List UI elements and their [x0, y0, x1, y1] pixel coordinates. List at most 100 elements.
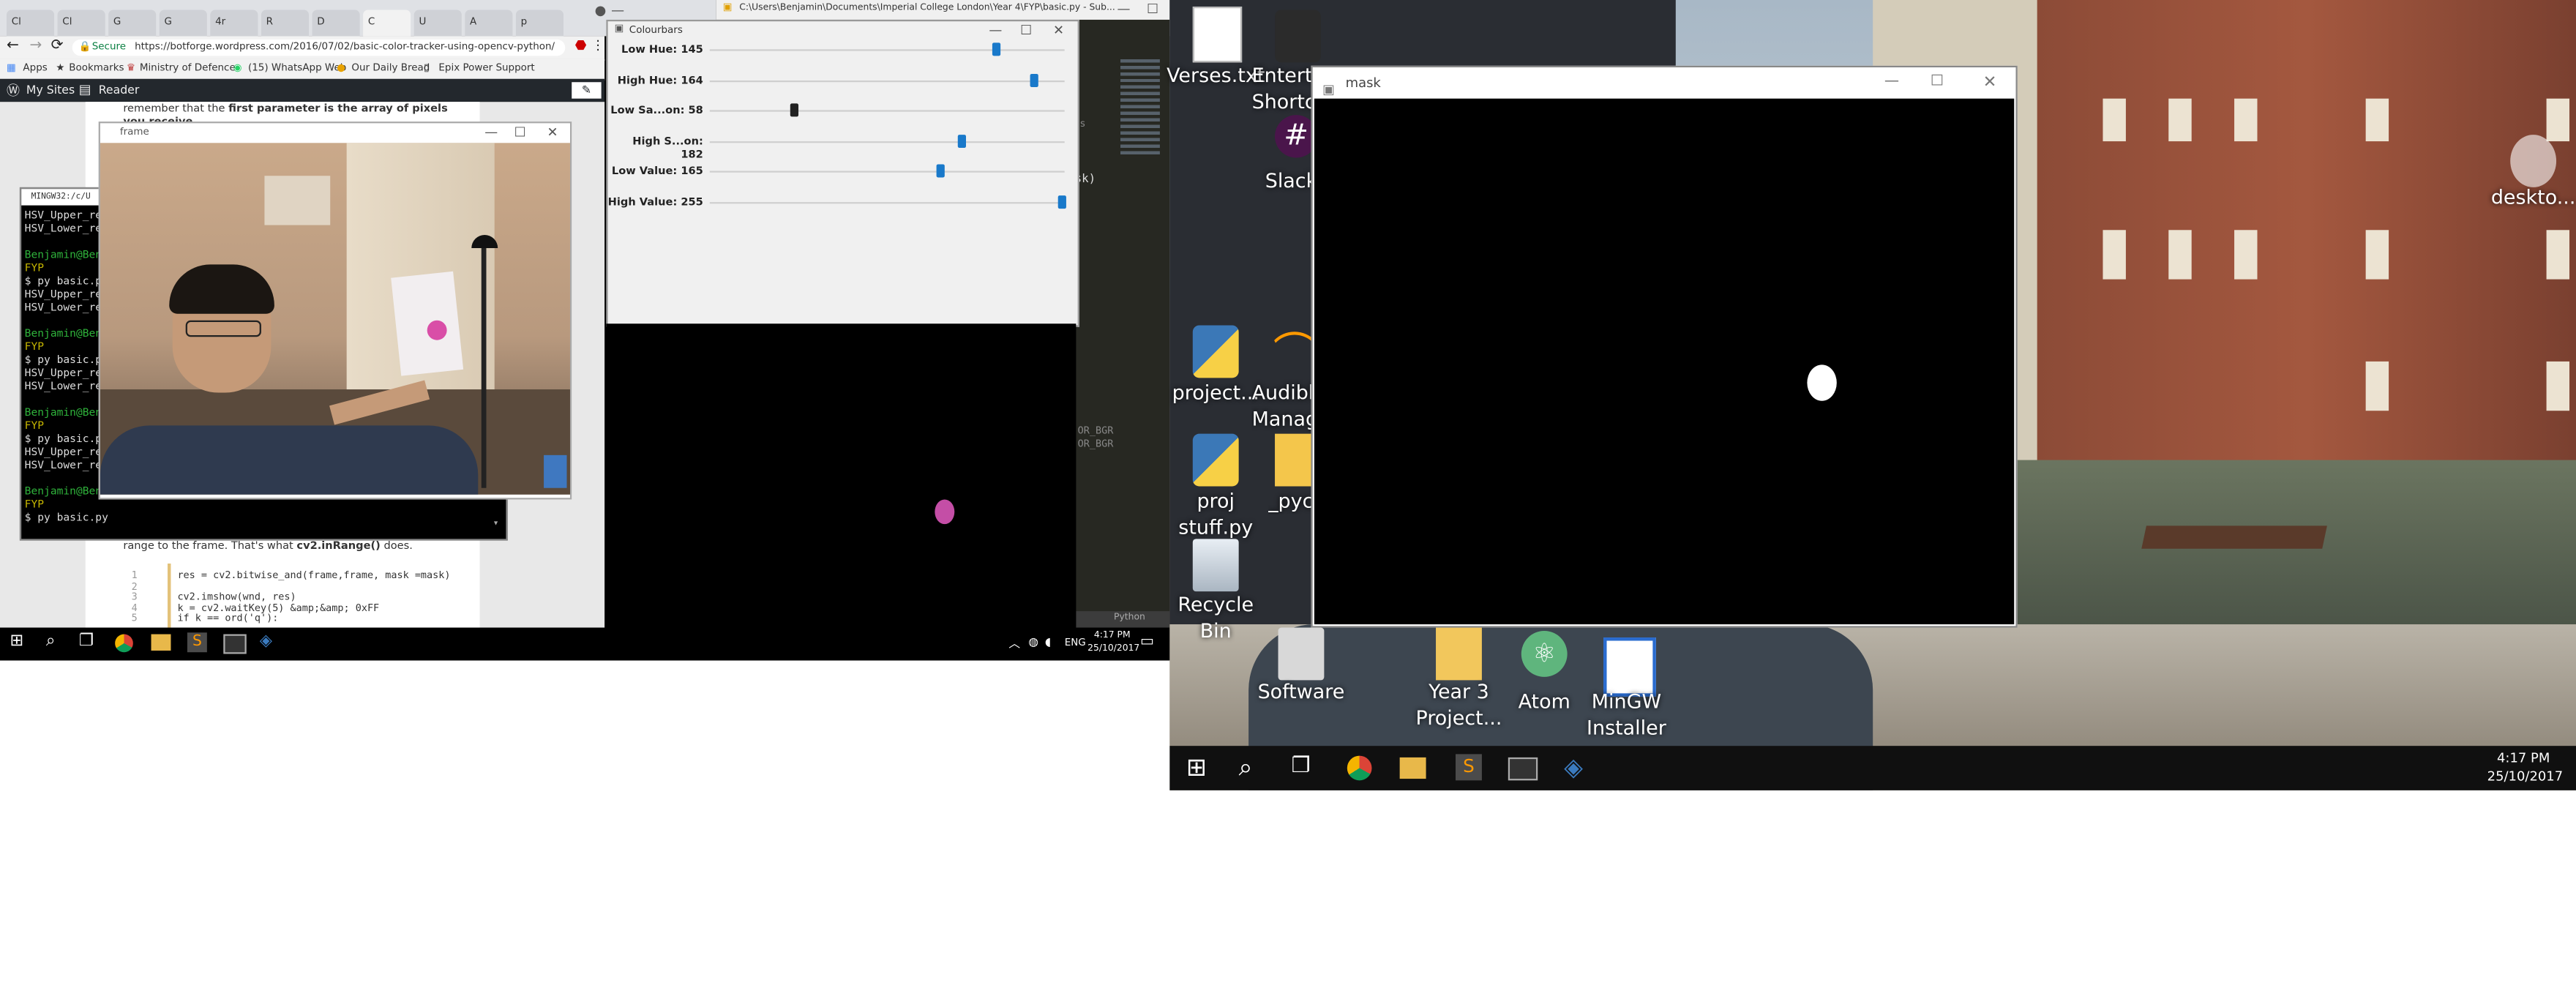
- menu-icon[interactable]: ⋮: [591, 38, 604, 53]
- frame-window[interactable]: frame — ☐ ✕: [98, 121, 572, 500]
- explorer-taskbar-icon[interactable]: [1399, 757, 1426, 779]
- desktop-icon-label[interactable]: Recycle Bin: [1163, 591, 1268, 644]
- trackbar-thumb[interactable]: [1030, 72, 1038, 86]
- sublime-minimize-button[interactable]: —: [1117, 1, 1131, 16]
- reader-link[interactable]: Reader: [99, 83, 140, 97]
- trackbar-thumb[interactable]: [992, 42, 1000, 56]
- trackbar-track[interactable]: [709, 201, 1065, 203]
- atom-icon[interactable]: ⚛: [1521, 631, 1568, 677]
- search-icon[interactable]: ⌕: [46, 632, 56, 651]
- clock-time[interactable]: 4:17 PM: [1091, 631, 1134, 640]
- clock-time[interactable]: 4:17 PM: [2490, 751, 2556, 766]
- python-taskbar-icon[interactable]: ◈: [1564, 752, 1583, 782]
- trackbar-thumb[interactable]: [1057, 195, 1066, 208]
- bookmark-epix[interactable]: Epix Power Support: [438, 62, 534, 74]
- browser-tab[interactable]: p: [515, 10, 564, 37]
- mask-maximize-button[interactable]: ☐: [1931, 67, 1944, 99]
- frame-maximize-button[interactable]: ☐: [514, 125, 526, 140]
- desktop-icon-label[interactable]: MinGW Installer: [1574, 689, 1680, 741]
- task-view-icon[interactable]: ❐: [79, 632, 94, 651]
- terminal-taskbar-icon[interactable]: [223, 634, 247, 654]
- browser-tab[interactable]: D: [312, 10, 360, 37]
- clock-date[interactable]: 25/10/2017: [1087, 644, 1139, 654]
- bookmark-mod[interactable]: Ministry of Defence: [140, 62, 236, 74]
- notifications-icon[interactable]: ▭: [1140, 635, 1154, 651]
- text-file-icon[interactable]: [1192, 6, 1243, 63]
- volume-icon[interactable]: ◖: [1045, 636, 1051, 649]
- drive-icon[interactable]: [1278, 627, 1325, 681]
- recycle-bin-icon[interactable]: [1192, 539, 1239, 592]
- trackbar-thumb[interactable]: [790, 103, 798, 117]
- adblock-icon[interactable]: ⬣: [575, 38, 587, 53]
- trackbar-thumb[interactable]: [956, 133, 965, 147]
- trackbar-track[interactable]: [709, 110, 1065, 112]
- browser-tab[interactable]: Cl: [6, 10, 55, 37]
- trackbar-track[interactable]: [709, 49, 1065, 51]
- browser-tab[interactable]: Cl: [57, 10, 105, 37]
- desktop-icon-label[interactable]: _pyca...: [1268, 488, 1317, 515]
- bookmark-whatsapp[interactable]: (15) WhatsApp Web: [248, 62, 346, 74]
- task-view-icon[interactable]: ❐: [1291, 754, 1310, 779]
- python-file-icon[interactable]: [1192, 325, 1239, 378]
- trackbar-track[interactable]: [709, 140, 1065, 143]
- browser-tab[interactable]: R: [261, 10, 310, 37]
- browser-tab[interactable]: G: [108, 10, 157, 37]
- url-text[interactable]: https://botforge.wordpress.com/2016/07/0…: [135, 40, 555, 56]
- reload-icon[interactable]: ⟳: [51, 38, 64, 54]
- explorer-taskbar-icon[interactable]: [151, 634, 171, 651]
- colourbars-close-button[interactable]: ✕: [1053, 23, 1064, 37]
- desktop-icon-label[interactable]: proj stuff.py: [1163, 488, 1268, 541]
- shortcut-icon[interactable]: [1275, 10, 1321, 63]
- chrome-taskbar-icon[interactable]: [115, 634, 133, 653]
- omnibox[interactable]: 🔒 Secure https://botforge.wordpress.com/…: [72, 39, 566, 56]
- trackbar-track[interactable]: [709, 79, 1065, 82]
- mask-close-button[interactable]: ✕: [1983, 67, 1997, 99]
- clock-date[interactable]: 25/10/2017: [2484, 769, 2566, 784]
- browser-tab[interactable]: A: [465, 10, 513, 37]
- bookmark-bread[interactable]: Our Daily Bread: [351, 62, 430, 74]
- tray-chevron-icon[interactable]: ︿: [1008, 636, 1020, 652]
- colourbars-maximize-button[interactable]: ☐: [1020, 23, 1032, 37]
- mask-minimize-button[interactable]: —: [1884, 67, 1899, 99]
- minimize-button[interactable]: —: [611, 3, 624, 18]
- back-icon[interactable]: ←: [7, 38, 19, 54]
- terminal-taskbar-icon[interactable]: [1508, 757, 1538, 781]
- sublime-maximize-button[interactable]: ☐: [1147, 1, 1158, 16]
- bookmark-apps[interactable]: Apps: [23, 62, 47, 74]
- scroll-down-icon[interactable]: ▾: [493, 517, 498, 529]
- desktop-icon-label[interactable]: Software: [1248, 678, 1354, 705]
- frame-close-button[interactable]: ✕: [547, 125, 558, 140]
- profile-icon[interactable]: ●: [595, 3, 607, 18]
- browser-tab[interactable]: C: [363, 10, 411, 37]
- browser-tab[interactable]: 4r: [210, 10, 258, 37]
- syntax-label[interactable]: Python: [1114, 613, 1145, 622]
- python-file-icon[interactable]: [1192, 433, 1239, 487]
- start-icon[interactable]: ⊞: [10, 632, 23, 651]
- start-icon[interactable]: ⊞: [1186, 752, 1207, 782]
- chrome-taskbar-icon[interactable]: [1347, 755, 1372, 781]
- bookmark-bookmarks[interactable]: Bookmarks: [69, 62, 124, 74]
- sublime-taskbar-icon[interactable]: S: [187, 632, 207, 653]
- browser-tab[interactable]: U: [413, 10, 462, 37]
- colourbars-minimize-button[interactable]: —: [989, 23, 1002, 37]
- search-icon[interactable]: ⌕: [1239, 752, 1253, 782]
- trackbar-track[interactable]: [709, 171, 1065, 173]
- python-taskbar-icon[interactable]: ◈: [260, 632, 272, 651]
- mask-window[interactable]: ▣ mask — ☐ ✕: [1311, 65, 2018, 628]
- language-indicator[interactable]: ENG: [1065, 637, 1086, 649]
- write-button[interactable]: ✎: [572, 82, 602, 99]
- minimap[interactable]: [1120, 59, 1160, 158]
- folder-icon[interactable]: [1436, 627, 1482, 681]
- terminal-line: HSV_Lower_red: [24, 222, 108, 236]
- terminal-line: $ py basic.py: [24, 511, 108, 525]
- sublime-taskbar-icon[interactable]: S: [1455, 754, 1482, 781]
- my-sites-link[interactable]: My Sites: [26, 83, 75, 97]
- desktop-icon-label[interactable]: deskto...: [2481, 184, 2576, 210]
- frame-minimize-button[interactable]: —: [484, 125, 498, 140]
- browser-tab[interactable]: G: [159, 10, 207, 37]
- network-icon[interactable]: ◍: [1028, 636, 1038, 649]
- trackbar-thumb[interactable]: [936, 164, 945, 178]
- forward-icon[interactable]: →: [29, 38, 42, 54]
- desktop-folder-icon[interactable]: [2510, 135, 2557, 187]
- colourbars-window[interactable]: ▣ Colourbars — ☐ ✕ Low Hue: 145 High Hue:…: [606, 19, 1079, 327]
